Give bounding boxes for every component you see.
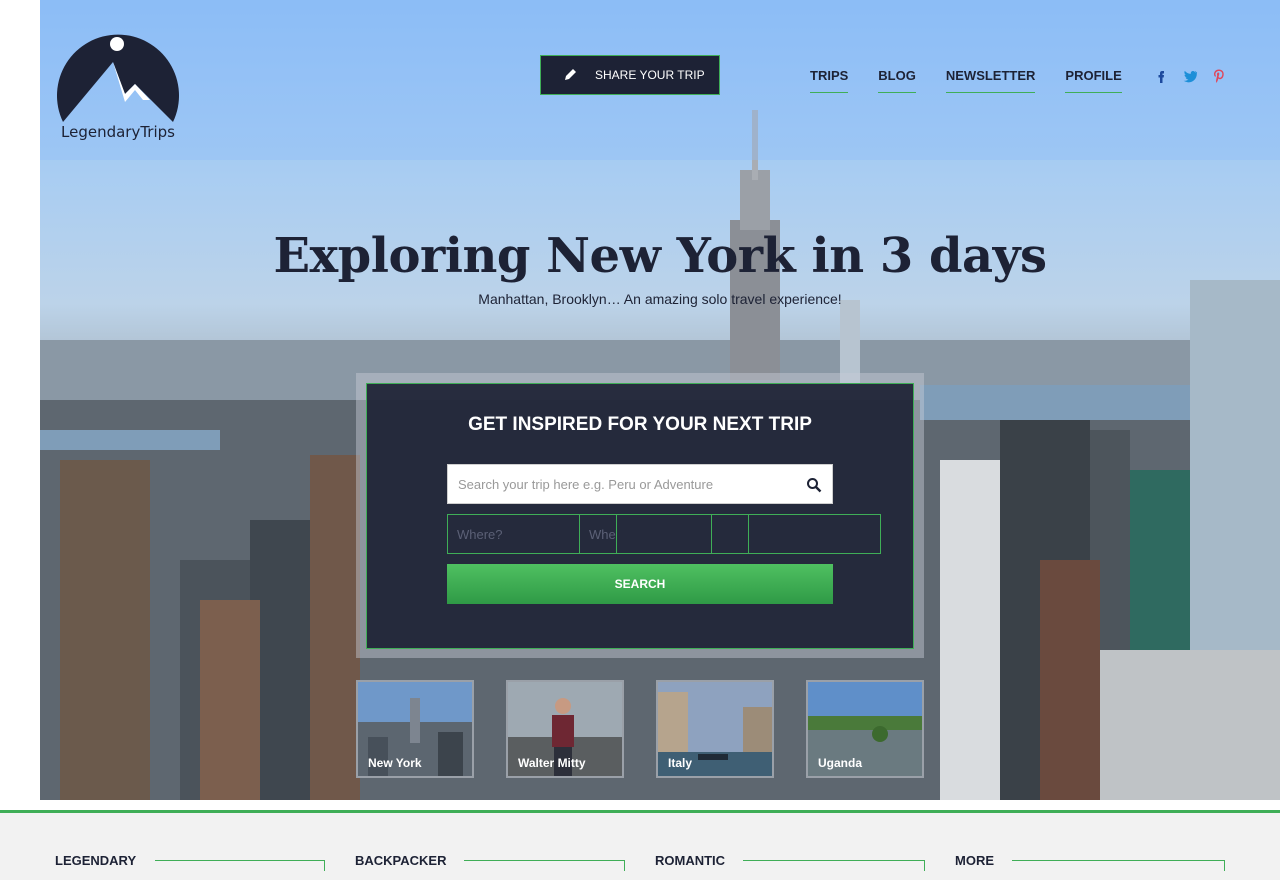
category-more[interactable]: MORE [955,853,994,868]
destination-card-new-york[interactable]: New York [356,680,474,778]
pencil-icon [565,69,576,80]
hero-title: Exploring New York in 3 days [273,228,1047,284]
search-heading: GET INSPIRED FOR YOUR NEXT TRIP [468,414,812,435]
category-rule [1012,860,1225,871]
search-button[interactable]: SEARCH [447,564,833,604]
nav-profile[interactable]: PROFILE [1065,68,1122,93]
twitter-icon[interactable] [1182,68,1198,84]
nav-newsletter[interactable]: NEWSLETTER [945,68,1036,93]
date-to-field[interactable] [749,515,880,553]
category-rule [743,860,925,871]
main-nav: TRIPS BLOG NEWSLETTER PROFILE [810,68,1122,93]
destination-card-walter-mitty[interactable]: Walter Mitty [506,680,624,778]
hero-subtitle: Manhattan, Brooklyn… An amazing solo tra… [478,291,842,307]
category-rule [155,860,325,871]
destination-label: Italy [668,756,693,770]
when-field[interactable]: When [580,515,617,553]
logo-text: LegendaryTrips [61,123,175,141]
nav-trips[interactable]: TRIPS [810,68,849,93]
destination-card-italy[interactable]: Italy [656,680,774,778]
search-filters: Where? When [447,514,881,554]
destination-thumbnails: New York Walter Mitty Italy Uganda [356,680,924,778]
where-field[interactable]: Where? [448,515,580,553]
share-button-label: SHARE YOUR TRIP [595,68,705,82]
search-panel: GET INSPIRED FOR YOUR NEXT TRIP Search y… [366,383,914,649]
search-icon[interactable] [806,477,822,493]
search-placeholder: Search your trip here e.g. Peru or Adven… [458,476,714,492]
category-romantic[interactable]: ROMANTIC [655,853,725,868]
destination-label: Uganda [818,756,863,770]
date-from-field[interactable] [617,515,712,553]
logo[interactable]: LegendaryTrips [55,22,181,142]
pinterest-icon[interactable] [1211,68,1227,84]
page: LegendaryTrips SHARE YOUR TRIP TRIPS BLO… [0,0,1280,880]
social-links [1153,68,1227,84]
destination-card-uganda[interactable]: Uganda [806,680,924,778]
date-separator-field[interactable] [712,515,749,553]
share-your-trip-button[interactable]: SHARE YOUR TRIP [540,55,720,95]
search-input[interactable]: Search your trip here e.g. Peru or Adven… [447,464,833,504]
destination-label: New York [368,756,422,770]
nav-blog[interactable]: BLOG [878,68,916,93]
destination-label: Walter Mitty [518,756,586,770]
category-backpacker[interactable]: BACKPACKER [355,853,446,868]
category-legendary[interactable]: LEGENDARY [55,853,136,868]
facebook-icon[interactable] [1153,68,1169,84]
category-rule [464,860,625,871]
